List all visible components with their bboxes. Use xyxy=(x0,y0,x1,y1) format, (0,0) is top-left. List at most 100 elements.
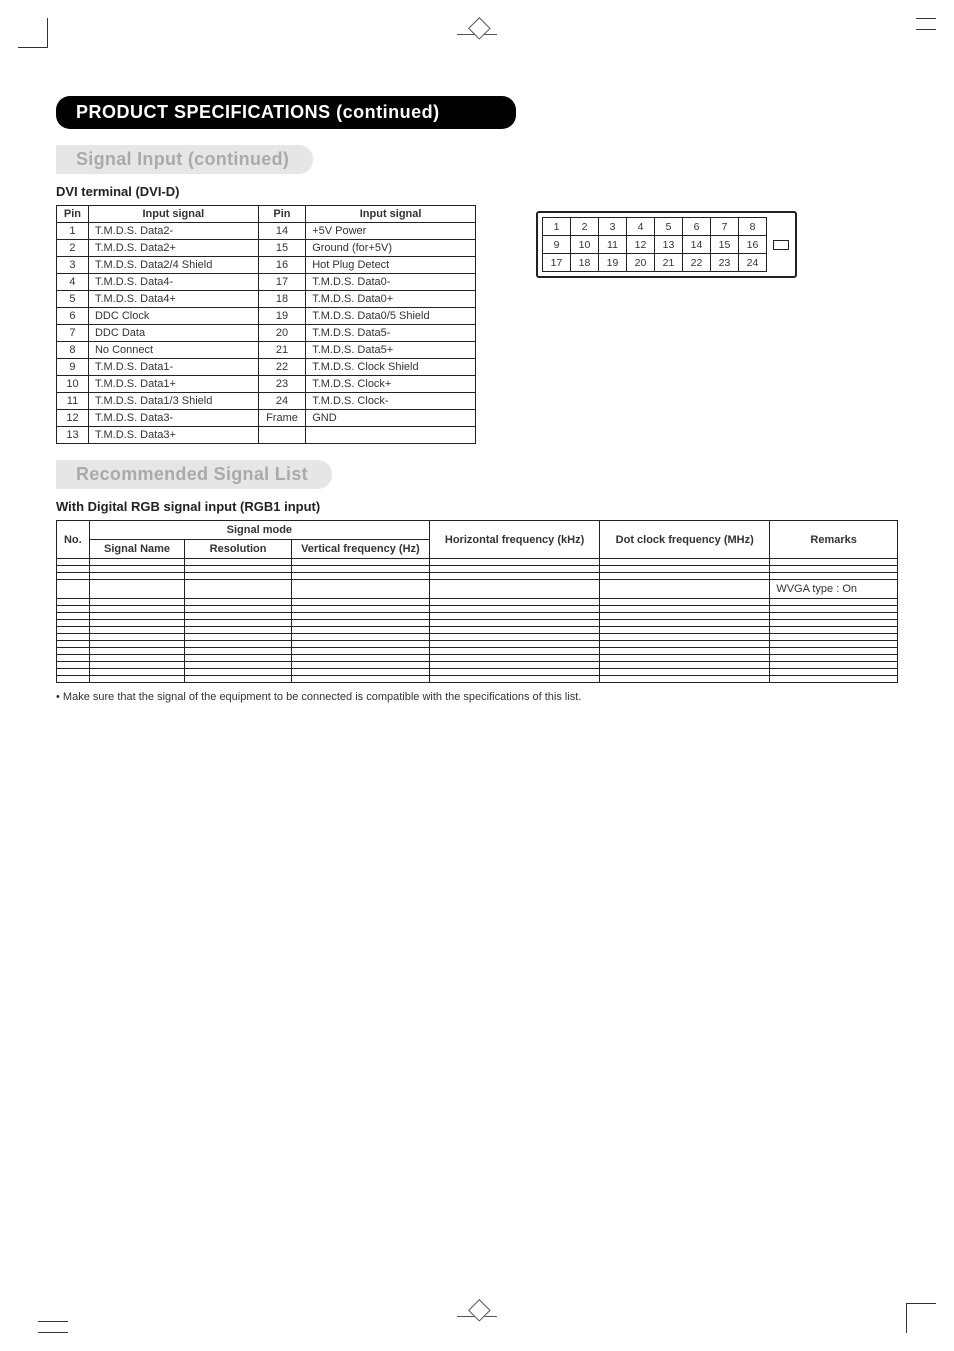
connector-row: 910111213141516 xyxy=(543,236,767,254)
cell-name xyxy=(89,662,185,669)
th-vf: Vertical frequency (Hz) xyxy=(291,540,429,559)
table-row xyxy=(57,655,898,662)
cell-dot xyxy=(600,620,770,627)
cell-name xyxy=(89,580,185,599)
table-row: 12T.M.D.S. Data3-FrameGND xyxy=(57,410,476,427)
cell-pin: 22 xyxy=(258,359,306,376)
connector-pin: 13 xyxy=(655,236,683,254)
dvi-pin-table: Pin Input signal Pin Input signal 1T.M.D… xyxy=(56,205,476,444)
cell-name xyxy=(89,669,185,676)
cell-name xyxy=(89,599,185,606)
cell-dot xyxy=(600,606,770,613)
register-mark-icon xyxy=(14,676,44,706)
cell-res xyxy=(185,559,291,566)
cell-no xyxy=(57,648,90,655)
cell-no xyxy=(57,606,90,613)
th-pin: Pin xyxy=(57,206,89,223)
cell-no xyxy=(57,655,90,662)
cell-no xyxy=(57,662,90,669)
cell-pin: 21 xyxy=(258,342,306,359)
cell-vf xyxy=(291,580,429,599)
cell-pin: 24 xyxy=(258,393,306,410)
th-mode: Signal mode xyxy=(89,521,429,540)
crop-mark-icon xyxy=(906,1303,936,1333)
connector-pin: 16 xyxy=(739,236,767,254)
cell-remarks xyxy=(770,641,898,648)
cell-res xyxy=(185,648,291,655)
cell-pin: 11 xyxy=(57,393,89,410)
connector-pin: 17 xyxy=(543,254,571,272)
cell-signal: T.M.D.S. Data0- xyxy=(306,274,476,291)
cell-remarks xyxy=(770,662,898,669)
table-row: 3T.M.D.S. Data2/4 Shield16Hot Plug Detec… xyxy=(57,257,476,274)
cell-hf xyxy=(430,669,600,676)
cell-res xyxy=(185,662,291,669)
cell-res xyxy=(185,613,291,620)
cell-pin: 5 xyxy=(57,291,89,308)
cell-no xyxy=(57,669,90,676)
cell-signal: DDC Data xyxy=(88,325,258,342)
cell-signal: T.M.D.S. Data1- xyxy=(88,359,258,376)
crop-mark-icon xyxy=(38,1321,68,1333)
cell-remarks xyxy=(770,599,898,606)
cell-hf xyxy=(430,676,600,683)
connector-pin: 23 xyxy=(711,254,739,272)
cell-pin: 2 xyxy=(57,240,89,257)
cell-signal: T.M.D.S. Data1/3 Shield xyxy=(88,393,258,410)
chapter-title: PRODUCT SPECIFICATIONS (continued) xyxy=(56,96,516,129)
cell-dot xyxy=(600,641,770,648)
cell-remarks xyxy=(770,634,898,641)
table-row xyxy=(57,620,898,627)
cell-res xyxy=(185,641,291,648)
connector-row: 12345678 xyxy=(543,218,767,236)
cell-pin: 12 xyxy=(57,410,89,427)
cell-pin: 10 xyxy=(57,376,89,393)
connector-pin: 8 xyxy=(739,218,767,236)
cell-signal: GND xyxy=(306,410,476,427)
table-row xyxy=(57,599,898,606)
cell-vf xyxy=(291,641,429,648)
cell-dot xyxy=(600,676,770,683)
connector-pin: 20 xyxy=(627,254,655,272)
table-row xyxy=(57,648,898,655)
cell-signal: T.M.D.S. Data4+ xyxy=(88,291,258,308)
cell-signal: T.M.D.S. Data0+ xyxy=(306,291,476,308)
cell-res xyxy=(185,634,291,641)
register-mark-icon xyxy=(910,676,940,706)
cell-pin: 4 xyxy=(57,274,89,291)
cell-no xyxy=(57,573,90,580)
th-pin: Pin xyxy=(258,206,306,223)
crop-mark-icon xyxy=(18,18,48,48)
cell-name xyxy=(89,641,185,648)
cell-no xyxy=(57,599,90,606)
cell-vf xyxy=(291,566,429,573)
table-row: 9T.M.D.S. Data1-22T.M.D.S. Clock Shield xyxy=(57,359,476,376)
connector-pin: 5 xyxy=(655,218,683,236)
cell-pin: 16 xyxy=(258,257,306,274)
connector-pin: 15 xyxy=(711,236,739,254)
cell-vf xyxy=(291,669,429,676)
cell-signal: T.M.D.S. Clock- xyxy=(306,393,476,410)
cell-hf xyxy=(430,648,600,655)
cell-hf xyxy=(430,599,600,606)
cell-vf xyxy=(291,662,429,669)
cell-dot xyxy=(600,599,770,606)
cell-no xyxy=(57,580,90,599)
cell-signal: T.M.D.S. Clock+ xyxy=(306,376,476,393)
cell-remarks xyxy=(770,676,898,683)
cell-name xyxy=(89,559,185,566)
th-sig: Input signal xyxy=(306,206,476,223)
connector-pin: 11 xyxy=(599,236,627,254)
connector-pin: 12 xyxy=(627,236,655,254)
cell-dot xyxy=(600,662,770,669)
th-name: Signal Name xyxy=(89,540,185,559)
cell-name xyxy=(89,566,185,573)
table-row xyxy=(57,613,898,620)
cell-signal: No Connect xyxy=(88,342,258,359)
cell-dot xyxy=(600,655,770,662)
cell-pin: 17 xyxy=(258,274,306,291)
cell-vf xyxy=(291,599,429,606)
cell-signal: Hot Plug Detect xyxy=(306,257,476,274)
cell-hf xyxy=(430,662,600,669)
table-row xyxy=(57,669,898,676)
